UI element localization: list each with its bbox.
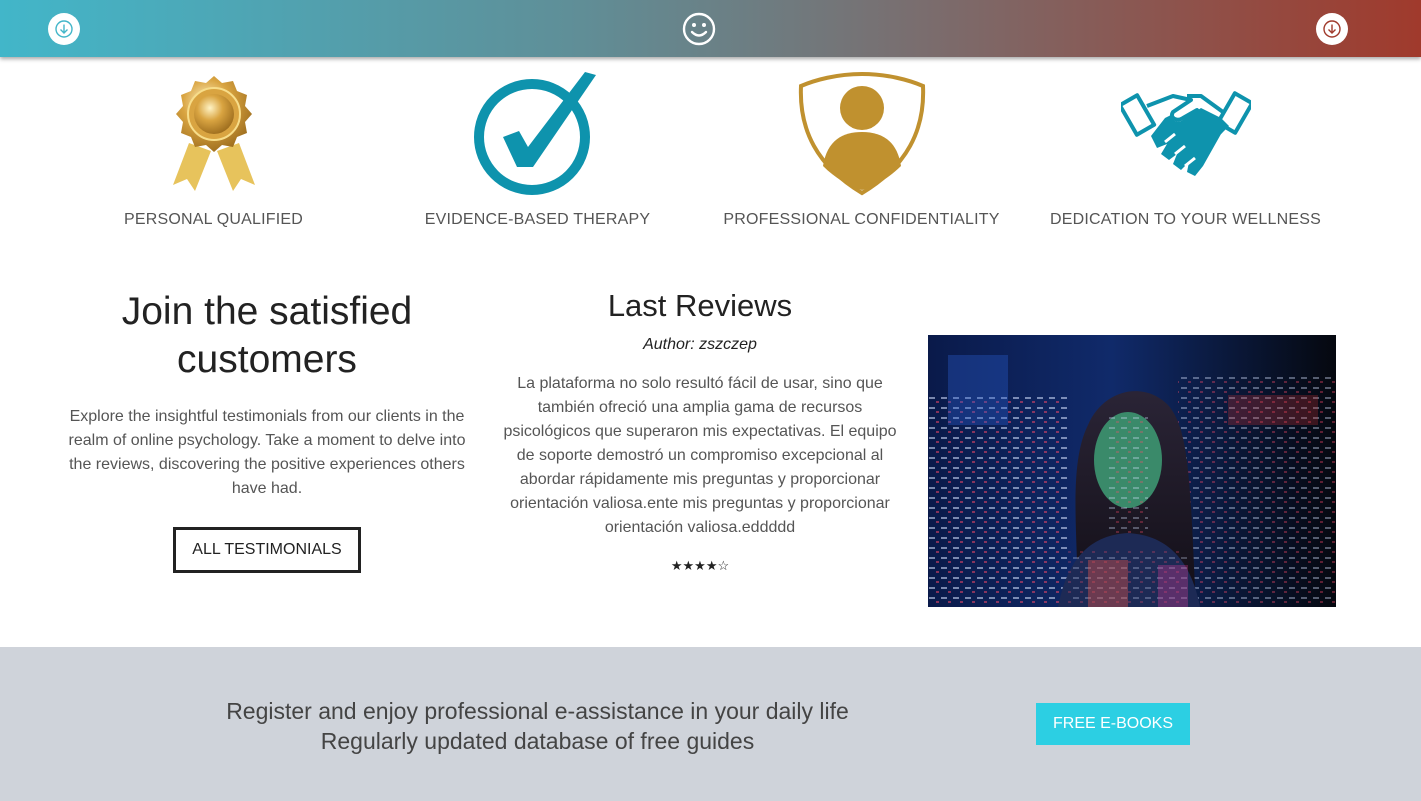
review-text: La plataforma no solo resultó fácil de u… [503,375,897,536]
all-testimonials-button[interactable]: ALL TESTIMONIALS [173,527,361,573]
arrow-down-icon [1323,20,1341,38]
feature-label: EVIDENCE-BASED THERAPY [424,211,651,228]
review-image [928,335,1336,607]
handshake-icon [1023,70,1348,196]
review-rating-stars: ★★★★☆ [670,558,730,573]
feature-evidence-based: EVIDENCE-BASED THERAPY [375,70,700,229]
feature-label: PROFESSIONAL CONFIDENTIALITY [723,211,1000,228]
review-author: Author: zszczep [643,336,757,353]
feature-confidentiality: PROFESSIONAL CONFIDENTIALITY [699,70,1024,229]
reviews-title: Last Reviews [607,288,793,323]
scroll-down-button-right[interactable] [1316,13,1348,45]
smiley-icon[interactable] [682,12,716,46]
last-reviews-section: Last Reviews Author: zszczep La platafor… [495,286,905,574]
banner-line-1: Register and enjoy professional e-assist… [226,698,849,724]
checkmark-circle-icon [375,70,700,196]
banner-line-2: Regularly updated database of free guide… [320,728,755,754]
join-section: Join the satisfied customers Explore the… [62,288,472,573]
top-bar [0,0,1421,57]
arrow-down-icon [55,20,73,38]
feature-dedication: DEDICATION TO YOUR WELLNESS [1023,70,1348,229]
feature-label: PERSONAL QUALIFIED [123,211,304,228]
join-description: Explore the insightful testimonials from… [68,408,466,497]
free-ebooks-button[interactable]: FREE E-BOOKS [1036,703,1190,745]
feature-label: DEDICATION TO YOUR WELLNESS [1050,211,1321,228]
gold-medal-icon [51,70,376,196]
join-title: Join the satisfied customers [121,290,413,381]
shield-person-icon [699,70,1024,196]
feature-personal-qualified: PERSONAL QUALIFIED [51,70,376,229]
register-banner-text: Register and enjoy professional e-assist… [180,696,895,756]
scroll-down-button-left[interactable] [48,13,80,45]
